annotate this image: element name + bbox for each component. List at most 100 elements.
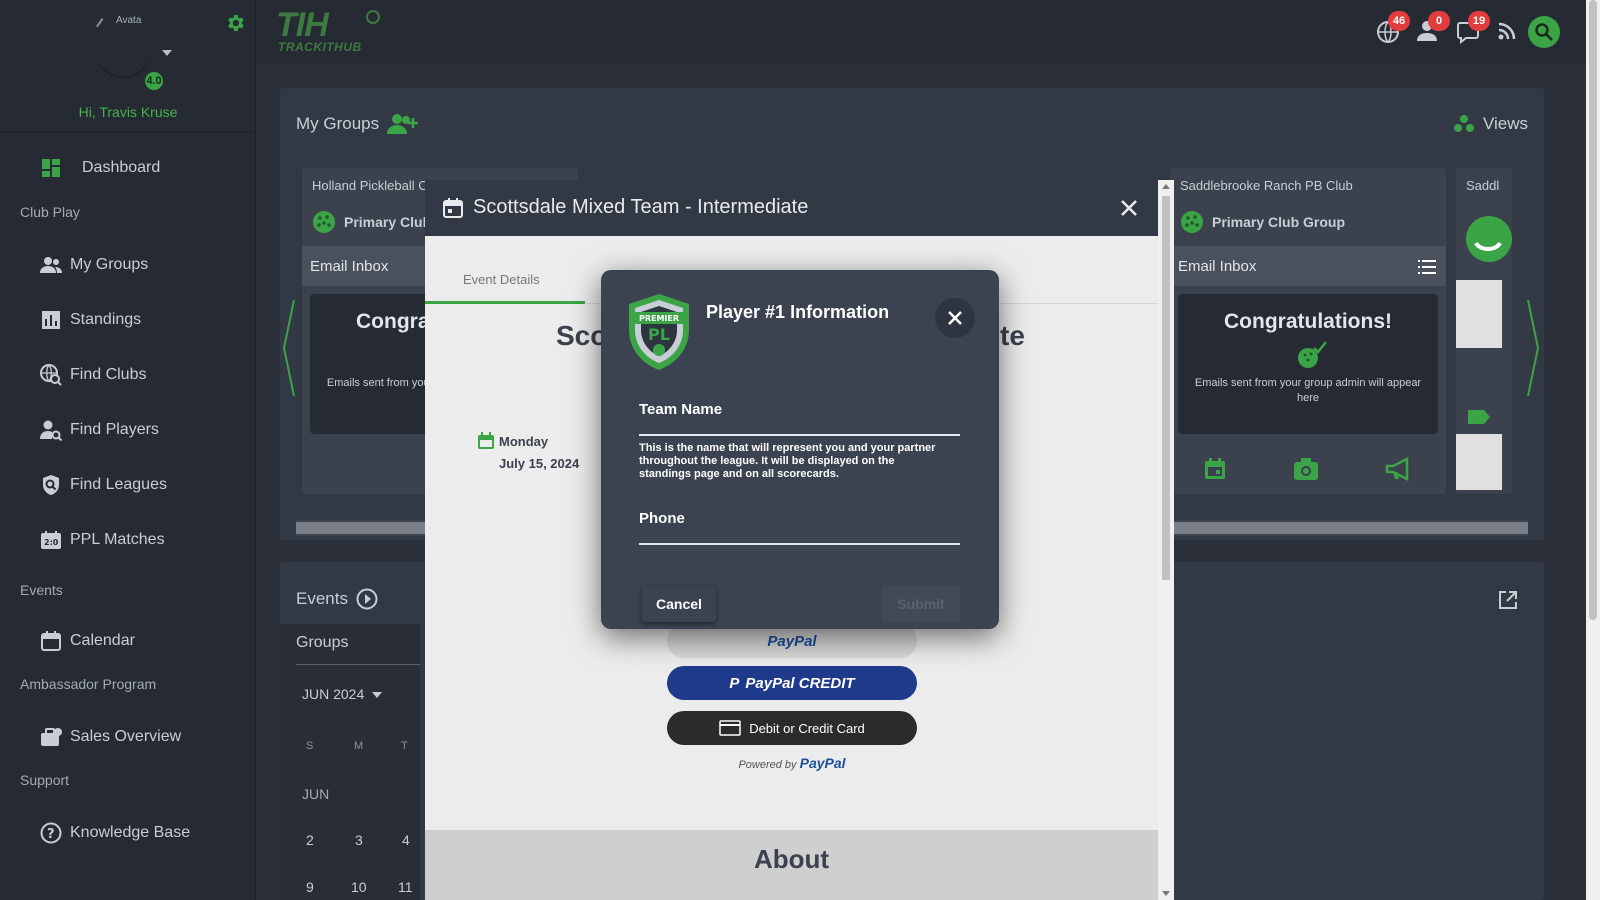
close-dialog-button[interactable] (935, 298, 975, 338)
pickleball-check-icon (1298, 341, 1327, 368)
external-link-icon[interactable] (1498, 590, 1518, 610)
calendar-day[interactable]: 10 (351, 879, 367, 895)
rating-badge: 4.0 (143, 70, 165, 92)
email-inbox-bar: Email Inbox (1170, 246, 1446, 286)
group-card[interactable]: Saddl (1456, 168, 1512, 494)
paypal-credit-label: PayPal CREDIT (745, 674, 855, 692)
trackithub-logo[interactable]: TIH TRACKITHUB (276, 6, 386, 58)
event-weekday: Monday (499, 434, 549, 449)
views-button[interactable]: Views (1453, 114, 1528, 134)
views-label: Views (1482, 114, 1528, 133)
svg-text:PL: PL (648, 325, 670, 344)
sidebar-item-standings[interactable]: Standings (40, 306, 141, 334)
list-icon[interactable] (1418, 260, 1436, 274)
chevron-down-icon[interactable] (162, 50, 172, 56)
weekday-label: T (401, 740, 408, 752)
users-icon (40, 254, 62, 276)
card-footer-button[interactable] (1456, 434, 1502, 490)
notification-count-badge: 46 (1388, 11, 1410, 31)
events-header: Events (296, 588, 378, 610)
email-inbox-title: Email Inbox (310, 258, 389, 275)
rss-feed-button[interactable] (1498, 22, 1518, 42)
cancel-button[interactable]: Cancel (642, 586, 716, 622)
scrollbar-thumb[interactable] (1589, 0, 1597, 620)
event-heading-start: Sco (556, 320, 608, 351)
sidebar-item-ppl-matches[interactable]: 2:0 PPL Matches (40, 526, 165, 554)
notifications-globe-button[interactable]: 46 (1376, 11, 1410, 46)
tab-event-details[interactable]: Event Details (463, 272, 540, 287)
calendar-day[interactable]: 2 (306, 832, 314, 848)
gear-icon[interactable] (224, 12, 246, 34)
sidebar-item-dashboard[interactable]: Dashboard (40, 154, 160, 182)
group-name: Saddlebrooke Ranch PB Club (1180, 178, 1353, 193)
phone-input[interactable] (639, 543, 960, 545)
megaphone-icon[interactable] (1385, 457, 1413, 481)
smiley-avatar-icon (1466, 216, 1512, 262)
add-group-icon[interactable] (387, 112, 419, 136)
sidebar-item-find-leagues[interactable]: Find Leagues (40, 471, 167, 499)
sidebar-item-calendar[interactable]: Calendar (40, 627, 135, 655)
scrollbar-thumb[interactable] (1162, 196, 1170, 580)
search-button[interactable] (1528, 16, 1560, 48)
sidebar-item-label: Calendar (70, 632, 135, 649)
divider (0, 132, 256, 133)
camera-icon[interactable] (1293, 457, 1319, 481)
sidebar-item-find-players[interactable]: Find Players (40, 416, 159, 444)
player-information-dialog: PREMIER PL Player #1 Information Team Na… (601, 270, 999, 629)
debit-credit-card-button[interactable]: Debit or Credit Card (667, 711, 917, 745)
calendar-day[interactable]: 3 (355, 832, 363, 848)
primary-club-text: Primary Club Group (1212, 214, 1346, 230)
sidebar-item-find-clubs[interactable]: Find Clubs (40, 361, 146, 389)
inbox-empty-message: Congratulations! Emails sent from your g… (1178, 294, 1438, 434)
friend-request-count-badge: 0 (1428, 11, 1450, 31)
card-button-label: Debit or Credit Card (749, 720, 865, 736)
group-card[interactable]: Saddlebrooke Ranch PB Club Primary Club … (1170, 168, 1446, 494)
globe-search-icon (40, 364, 62, 386)
carousel-prev-arrow[interactable] (282, 298, 296, 398)
paypal-credit-button[interactable]: P PayPal CREDIT (667, 666, 917, 700)
friend-requests-button[interactable]: 0 (1416, 11, 1450, 46)
calendar-day[interactable]: 11 (398, 879, 413, 895)
pickleball-icon (1181, 211, 1203, 233)
congrats-title: Congratulations! (1224, 310, 1392, 333)
panel-title: Events (296, 589, 348, 608)
sidebar-item-label: Find Clubs (70, 366, 147, 383)
calendar-icon[interactable] (1203, 457, 1227, 481)
sidebar-item-label: Dashboard (82, 159, 161, 176)
scroll-up-arrow[interactable] (1162, 184, 1170, 189)
close-icon[interactable] (1119, 198, 1139, 218)
calendar-icon (443, 198, 463, 218)
my-groups-header: My Groups (296, 112, 419, 136)
top-bar: TIH TRACKITHUB 46 0 19 (256, 0, 1586, 64)
month-select[interactable]: JUN 2024 (302, 686, 383, 702)
messages-button[interactable]: 19 (1456, 11, 1490, 46)
active-tab-indicator (425, 301, 585, 304)
team-name-input[interactable] (639, 434, 960, 436)
dashboard-icon (40, 157, 62, 179)
sidebar-item-sales-overview[interactable]: Sales Overview (40, 723, 181, 751)
sidebar-item-my-groups[interactable]: My Groups (40, 251, 148, 279)
divider (296, 664, 420, 665)
user-search-icon (40, 419, 62, 441)
scroll-down-arrow[interactable] (1162, 891, 1170, 896)
dialog-title: Player #1 Information (706, 302, 890, 322)
page-scrollbar[interactable] (1586, 0, 1600, 900)
sidebar-item-knowledge-base[interactable]: ? Knowledge Base (40, 819, 190, 847)
avatar[interactable]: Avata 4.0 (92, 12, 172, 92)
calendar-day[interactable]: 9 (306, 879, 314, 895)
event-date: July 15, 2024 (499, 456, 580, 471)
tag-icon (1468, 410, 1490, 424)
logo-wordmark: TRACKITHUB (278, 40, 362, 54)
play-circle-icon[interactable] (356, 588, 378, 610)
section-ambassador: Ambassador Program (20, 676, 157, 692)
groups-tab[interactable]: Groups (296, 634, 348, 652)
calendar-day[interactable]: 4 (402, 832, 410, 848)
sidebar-item-label: Knowledge Base (70, 824, 191, 841)
paypal-button[interactable]: PayPal (667, 624, 917, 658)
weekday-label: M (354, 740, 364, 752)
carousel-next-arrow[interactable] (1526, 298, 1540, 398)
primary-club-label: Primary Club Group (1180, 210, 1345, 234)
greeting: Hi, Travis Kruse (78, 104, 178, 120)
modal-scrollbar[interactable] (1158, 180, 1174, 900)
submit-button[interactable]: Submit (882, 586, 960, 622)
